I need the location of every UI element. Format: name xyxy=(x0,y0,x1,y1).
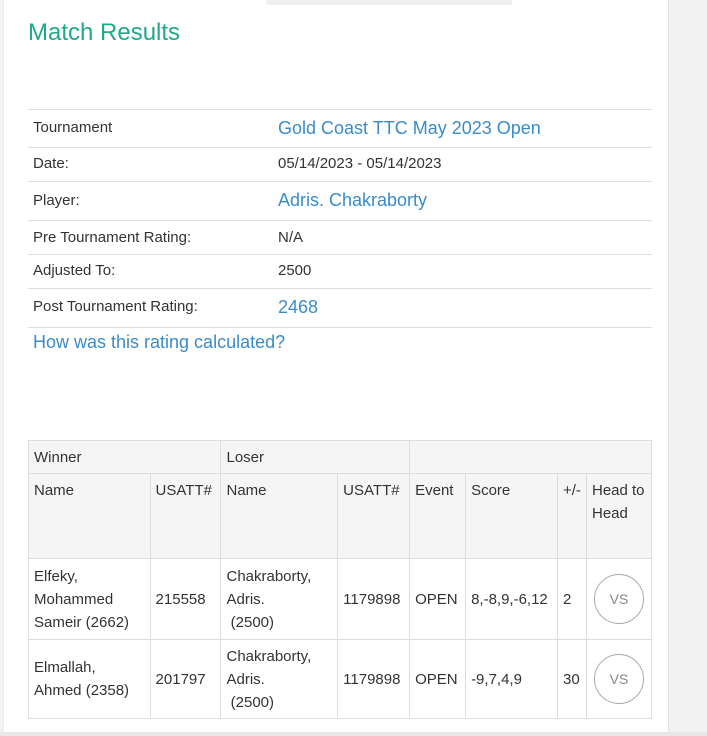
loser-name-header: Name xyxy=(220,473,339,559)
loser-rating: (2500) xyxy=(230,613,275,631)
head-to-head-header: Head to Head xyxy=(585,473,653,559)
top-bar xyxy=(266,0,512,5)
event-header: Event xyxy=(409,473,467,559)
loser-name: Chakraborty, Adris. xyxy=(226,567,312,608)
rating-calculation-link[interactable]: How was this rating calculated? xyxy=(33,332,285,353)
player-row: Player: Adris. Chakraborty xyxy=(28,182,652,221)
adjusted-value: 2500 xyxy=(278,262,312,279)
column-header-row: Name USATT# Name USATT# Event Score +/- … xyxy=(28,473,653,559)
winner-group-header: Winner xyxy=(27,440,222,474)
winner-usatt-header: USATT# xyxy=(149,473,222,559)
vs-button[interactable]: VS xyxy=(593,574,644,624)
plus-minus-header: +/- xyxy=(557,473,587,559)
winner-usatt-cell: 215558 xyxy=(149,558,222,640)
player-link[interactable]: Adris. Chakraborty xyxy=(278,190,427,211)
post-rating-row: Post Tournament Rating: 2468 xyxy=(28,289,652,328)
empty-group-header xyxy=(409,440,652,474)
group-header-row: Winner Loser xyxy=(27,440,652,474)
score-cell: 8,-8,9,-6,12 xyxy=(465,558,558,640)
adjusted-row: Adjusted To: 2500 xyxy=(28,255,652,289)
pre-rating-label: Pre Tournament Rating: xyxy=(33,229,192,246)
loser-name-cell: Chakraborty, Adris. (2500) xyxy=(220,558,339,640)
tournament-link[interactable]: Gold Coast TTC May 2023 Open xyxy=(278,118,541,139)
loser-usatt-header: USATT# xyxy=(337,473,411,559)
pre-rating-row: Pre Tournament Rating: N/A xyxy=(28,221,652,255)
table-row: Elmallah, Ahmed (2358) 201797 Chakrabort… xyxy=(28,639,653,719)
date-value: 05/14/2023 - 05/14/2023 xyxy=(278,155,442,172)
score-header: Score xyxy=(465,473,558,559)
player-label: Player: xyxy=(33,192,80,209)
pre-rating-value: N/A xyxy=(278,229,304,246)
tournament-label: Tournament xyxy=(33,119,113,136)
adjusted-label: Adjusted To: xyxy=(33,262,116,279)
loser-rating: (2500) xyxy=(230,693,275,711)
winner-name-cell: Elfeky, Mohammed Sameir (2662) xyxy=(28,558,151,640)
plus-minus-cell: 30 xyxy=(557,639,587,719)
loser-name-cell: Chakraborty, Adris. (2500) xyxy=(220,639,339,719)
loser-name: Chakraborty, Adris. xyxy=(226,647,312,688)
loser-usatt-cell: 1179898 xyxy=(337,558,411,640)
vs-button[interactable]: VS xyxy=(593,654,644,704)
match-results-table: Winner Loser Name USATT# Name USATT# Eve… xyxy=(27,440,653,719)
winner-name-cell: Elmallah, Ahmed (2358) xyxy=(28,639,151,719)
tournament-row: Tournament Gold Coast TTC May 2023 Open xyxy=(28,110,652,148)
post-rating-label: Post Tournament Rating: xyxy=(33,298,198,315)
score-cell: -9,7,4,9 xyxy=(465,639,558,719)
winner-name-header: Name xyxy=(28,473,151,559)
winner-usatt-cell: 201797 xyxy=(149,639,222,719)
loser-group-header: Loser xyxy=(220,440,411,474)
tournament-info: Tournament Gold Coast TTC May 2023 Open … xyxy=(28,109,652,328)
head-to-head-cell: VS xyxy=(585,639,653,719)
event-cell: OPEN xyxy=(409,639,467,719)
plus-minus-cell: 2 xyxy=(557,558,587,640)
date-row: Date: 05/14/2023 - 05/14/2023 xyxy=(28,148,652,182)
date-label: Date: xyxy=(33,155,69,172)
loser-usatt-cell: 1179898 xyxy=(337,639,411,719)
event-cell: OPEN xyxy=(409,558,467,640)
results-panel: Match Results Tournament Gold Coast TTC … xyxy=(3,0,669,736)
bottom-border xyxy=(0,732,707,736)
post-rating-link[interactable]: 2468 xyxy=(278,297,318,318)
table-row: Elfeky, Mohammed Sameir (2662) 215558 Ch… xyxy=(28,558,653,640)
head-to-head-cell: VS xyxy=(585,558,653,640)
page-title: Match Results xyxy=(28,19,181,46)
